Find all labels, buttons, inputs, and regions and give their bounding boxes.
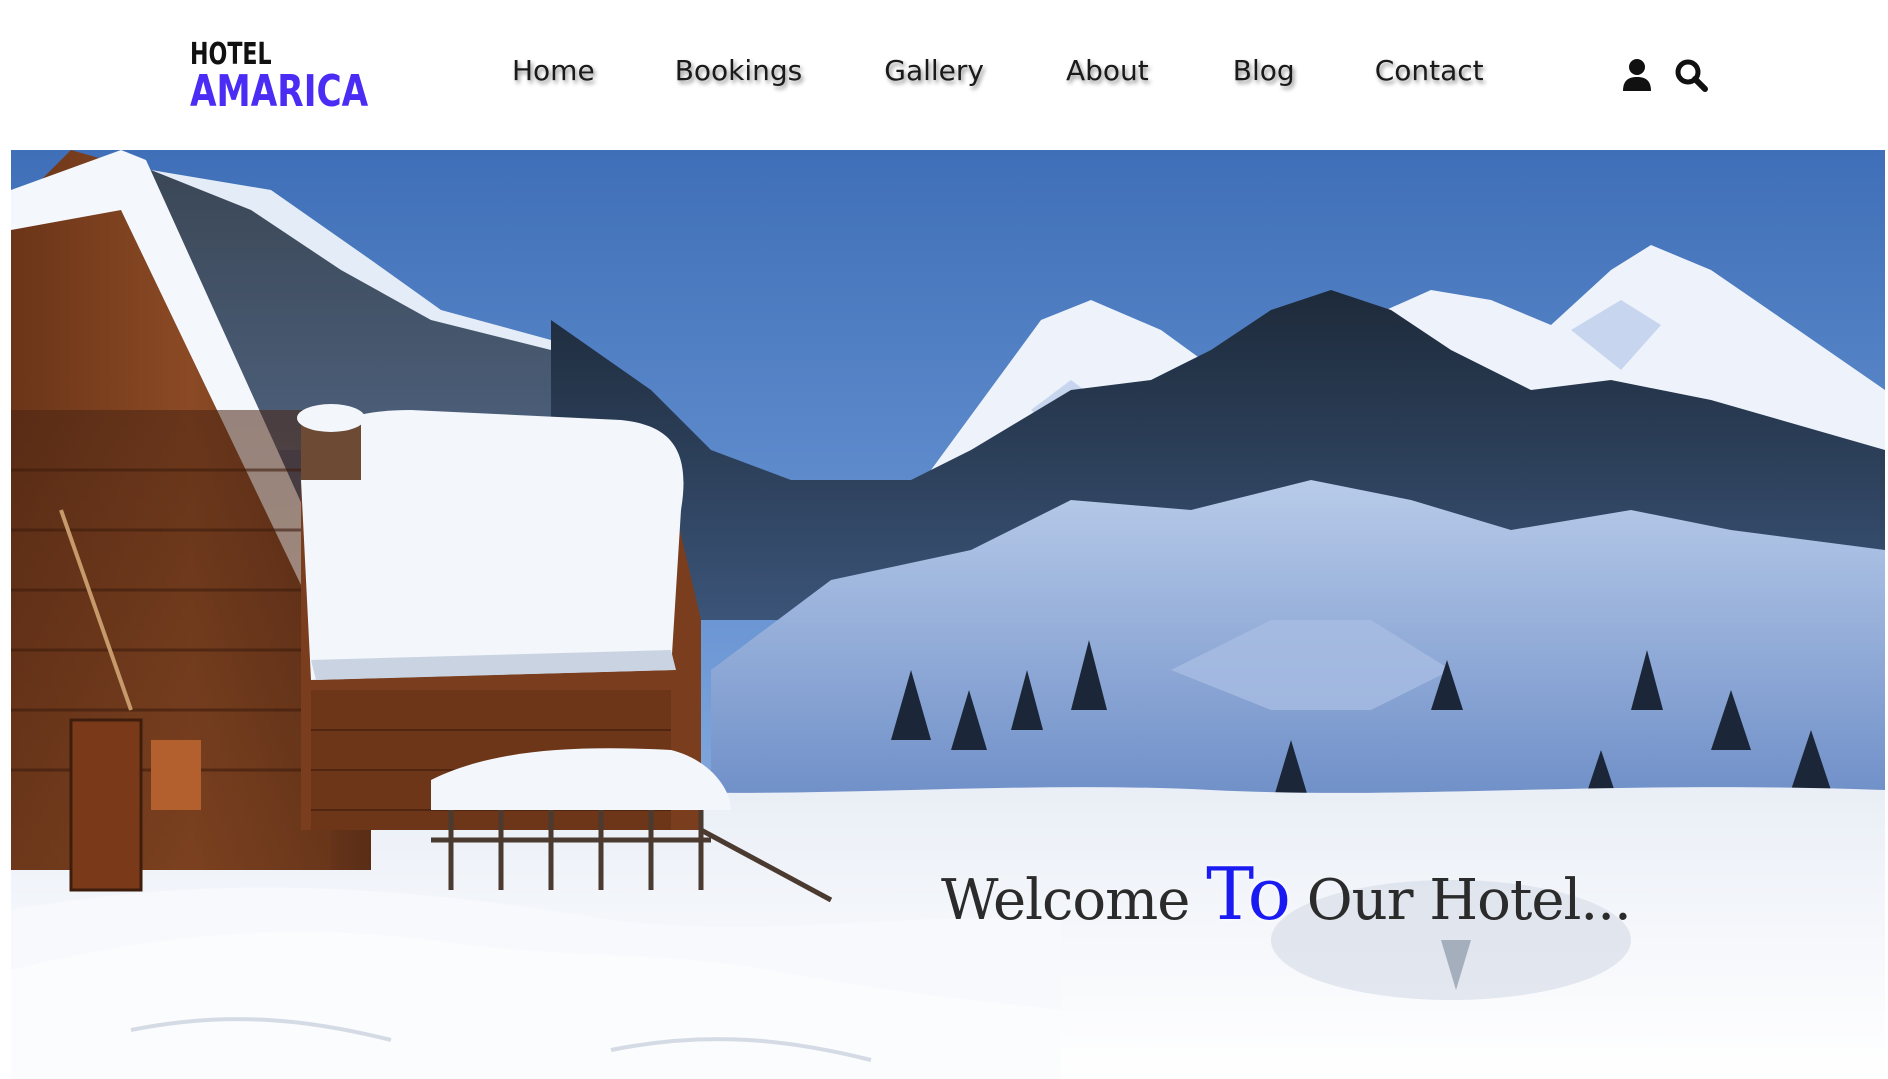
nav-about[interactable]: About [1066,54,1149,87]
header-icons [1622,58,1708,94]
logo-line-amarica: AMARICA [190,66,369,117]
hero-banner: Welcome To Our Hotel... [11,150,1885,1079]
hotel-logo[interactable]: HOTEL AMARICA [190,40,419,114]
nav-gallery[interactable]: Gallery [884,54,984,87]
hero-title-accent: To [1206,852,1291,936]
site-header: HOTEL AMARICA Home Bookings Gallery Abou… [0,0,1888,150]
hero-background-image [11,150,1885,1079]
user-icon[interactable] [1622,58,1656,94]
nav-bookings[interactable]: Bookings [675,54,803,87]
hero-title-rest: Our Hotel... [1289,868,1632,933]
nav-home[interactable]: Home [512,54,595,87]
page: HOTEL AMARICA Home Bookings Gallery Abou… [0,0,1888,1079]
main-nav: Home Bookings Gallery About Blog Contact [512,54,1484,87]
hero-title: Welcome To Our Hotel... [941,858,1632,933]
nav-contact[interactable]: Contact [1375,54,1484,87]
hero-title-welcome: Welcome [941,868,1207,933]
search-icon[interactable] [1674,58,1708,94]
nav-blog[interactable]: Blog [1233,54,1295,87]
